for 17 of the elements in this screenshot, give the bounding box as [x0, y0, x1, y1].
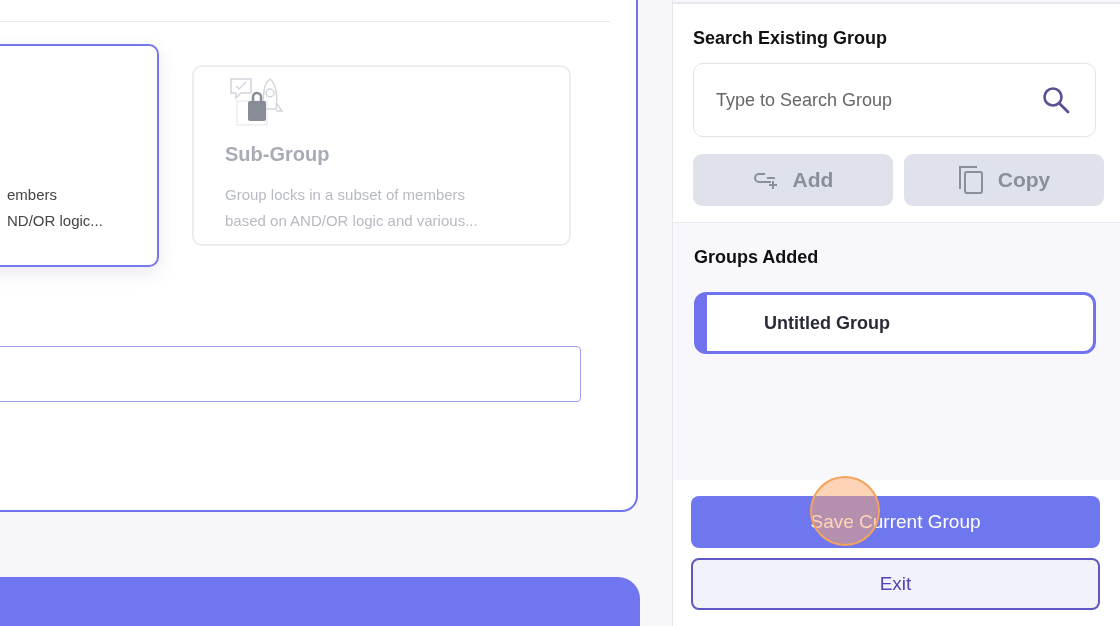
- input-field[interactable]: [0, 346, 581, 402]
- link-add-icon: [752, 171, 779, 189]
- copy-icon: [957, 165, 984, 195]
- card-description: embers: [7, 185, 59, 205]
- card-description: based on AND/OR logic and various...: [225, 211, 479, 231]
- illustration-drawing: [229, 77, 285, 129]
- card-description: ND/OR logic...: [7, 211, 104, 231]
- exit-button[interactable]: Exit: [691, 558, 1100, 610]
- section-heading: Groups Added: [694, 247, 820, 268]
- section-heading: Search Existing Group: [693, 28, 889, 49]
- search-icon: [1042, 86, 1070, 114]
- group-type-card[interactable]: embers ND/OR logic...: [0, 44, 159, 267]
- search-field[interactable]: Type to Search Group: [693, 63, 1096, 137]
- card-title: Sub-Group: [225, 143, 331, 166]
- group-item[interactable]: Untitled Group: [694, 292, 1096, 354]
- card-description: Group locks in a subset of members: [225, 185, 467, 205]
- group-type-card[interactable]: Sub-Group Group locks in a subset of members based on AND/OR logic and various...: [192, 65, 571, 246]
